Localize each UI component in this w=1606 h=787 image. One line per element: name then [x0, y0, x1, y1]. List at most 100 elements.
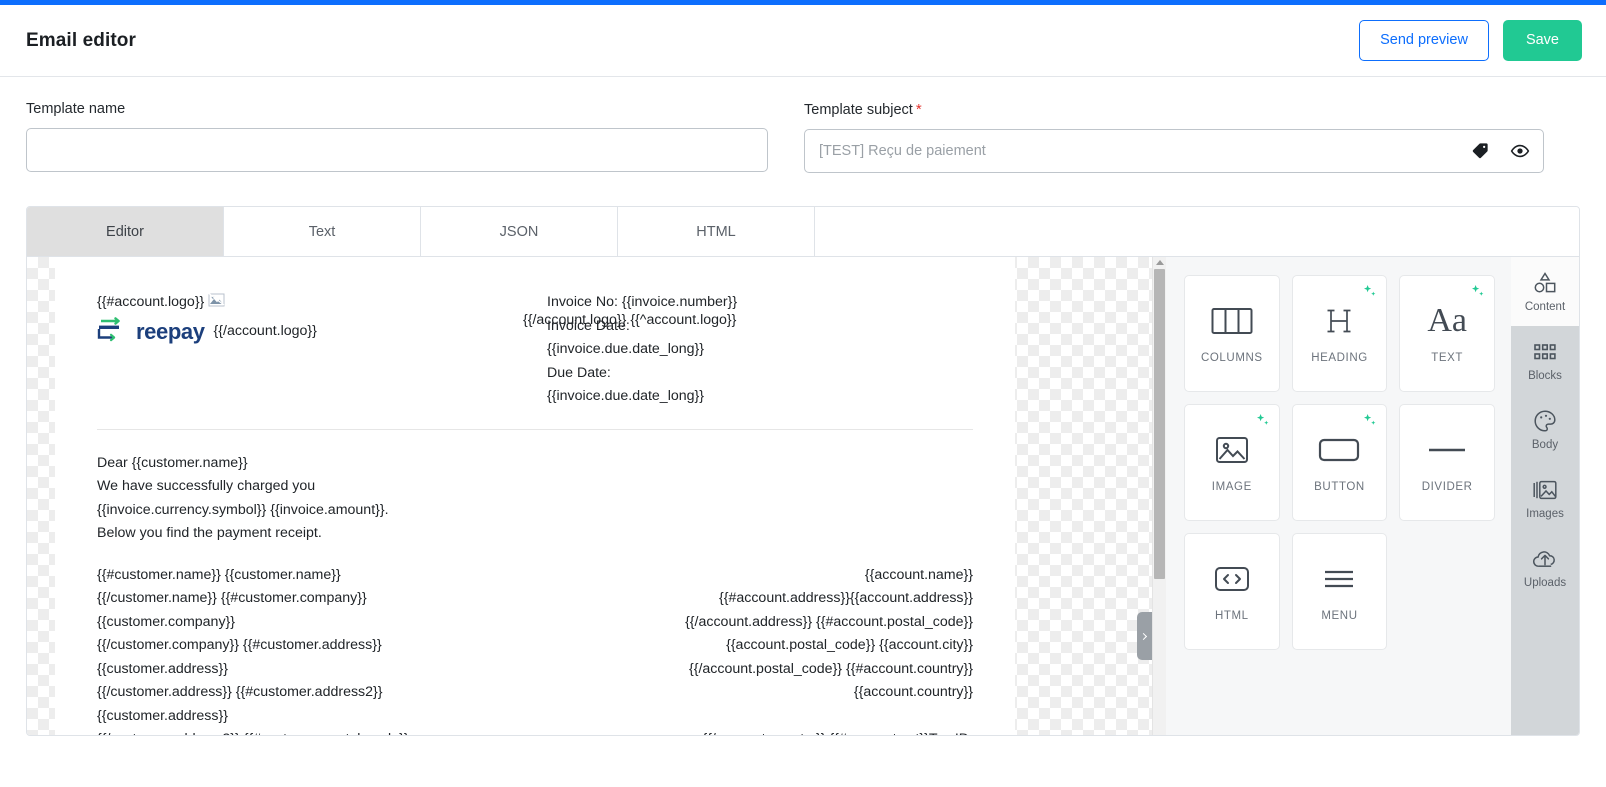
block-tile-text[interactable]: Aa TEXT [1399, 275, 1495, 392]
reepay-logo: reepay {{/account.logo}} [97, 316, 523, 347]
tab-filler [815, 207, 1579, 256]
block-tile-button[interactable]: BUTTON [1291, 404, 1388, 521]
panel-collapse-handle[interactable] [1137, 612, 1152, 660]
send-preview-button[interactable]: Send preview [1359, 20, 1489, 61]
tag-icon[interactable] [1470, 141, 1490, 161]
customer-line: {{/customer.address2}} {{#customer.posta… [97, 728, 523, 735]
account-address-block[interactable]: {{account.name}} {{#account.address}}{{a… [535, 564, 973, 736]
logo-close-inverted-line: {{/account.logo}} {{^account.logo}} [523, 309, 736, 333]
block-tile-image[interactable]: IMAGE [1184, 404, 1280, 521]
template-subject-label-text: Template subject [804, 102, 913, 118]
block-label: HTML [1214, 610, 1249, 622]
invoice-meta-line-3: {{invoice.due.date_long}} [547, 341, 704, 357]
code-icon [1214, 561, 1250, 597]
sparkle-icon [1362, 284, 1377, 303]
template-subject-input-wrap [804, 129, 1544, 173]
menu-icon [1321, 561, 1357, 597]
email-sheet: {{#account.logo}} reepay {{/account.logo… [55, 257, 1015, 735]
editor-body: {{#account.logo}} reepay {{/account.logo… [27, 257, 1579, 735]
block-tile-divider[interactable]: DIVIDER [1399, 404, 1495, 521]
email-address-row: {{#customer.name}} {{customer.name}} {{/… [97, 564, 973, 736]
logo-inverted-tag: {{^account.logo}} [630, 312, 737, 328]
palette-icon [1533, 409, 1557, 433]
rail-item-images[interactable]: Images [1511, 464, 1579, 533]
scroll-up-arrow-icon[interactable] [1156, 260, 1164, 265]
customer-line: {{customer.company}} [97, 613, 236, 630]
template-subject-field: Template subject * [804, 101, 1544, 173]
greeting-line-4: Below you find the payment receipt. [97, 525, 322, 541]
template-subject-input[interactable] [804, 129, 1544, 173]
subject-input-icons [1470, 129, 1530, 173]
customer-address-block[interactable]: {{#customer.name}} {{customer.name}} {{/… [97, 564, 535, 736]
palette-grid: COLUMNS HEADING Aa TEXT IMAGE BUTTON DIV… [1184, 275, 1495, 650]
customer-line: {{#customer.name}} {{customer.name}} [97, 564, 523, 588]
broken-image-icon [208, 291, 225, 308]
template-name-label: Template name [26, 101, 126, 117]
tab-editor[interactable]: Editor [27, 207, 224, 256]
rail-item-uploads[interactable]: Uploads [1511, 533, 1579, 602]
image-icon [1215, 432, 1249, 468]
grid-dots-icon [1533, 340, 1557, 364]
account-line: {{#account.address}}{{account.address}} [718, 590, 973, 606]
invoice-meta-line-4: Due Date: [547, 364, 611, 381]
rail-item-content[interactable]: Content [1511, 257, 1579, 326]
save-button[interactable]: Save [1502, 20, 1582, 61]
tab-text[interactable]: Text [224, 207, 421, 256]
reepay-mark-icon [97, 316, 127, 347]
rail-item-body[interactable]: Body [1511, 395, 1579, 464]
tab-json[interactable]: JSON [421, 207, 618, 256]
template-name-input-wrap [26, 128, 768, 172]
logo-open-tag: {{#account.logo}} [97, 294, 205, 310]
template-subject-label: Template subject * [804, 101, 1544, 118]
editor-card: Editor Text JSON HTML {{#account.logo}} [26, 206, 1580, 736]
canvas-scrollbar[interactable] [1152, 257, 1166, 735]
block-label: COLUMNS [1200, 352, 1263, 364]
heading-icon [1323, 303, 1355, 339]
block-tile-columns[interactable]: COLUMNS [1184, 275, 1280, 392]
block-label: TEXT [1431, 352, 1464, 364]
template-form: Template name Template subject * [0, 77, 1606, 173]
customer-line: {{/customer.address}} {{#customer.addres… [97, 684, 383, 700]
email-header-row: {{#account.logo}} reepay {{/account.logo… [97, 291, 973, 409]
block-tile-menu[interactable]: MENU [1291, 533, 1388, 650]
eye-icon[interactable] [1510, 141, 1530, 161]
account-line: {{/account.country}} {{#account.vat}}Tax… [547, 728, 973, 735]
account-line: {{/account.postal_code}} {{#account.coun… [689, 660, 973, 677]
block-tile-html[interactable]: HTML [1184, 533, 1280, 650]
header-actions: Send preview Save [1359, 20, 1582, 61]
rail-label: Blocks [1528, 369, 1562, 382]
button-icon [1318, 432, 1360, 468]
scroll-thumb[interactable] [1154, 269, 1165, 579]
email-canvas[interactable]: {{#account.logo}} reepay {{/account.logo… [27, 257, 1152, 735]
block-tile-heading[interactable]: HEADING [1291, 275, 1388, 392]
customer-line: {{/customer.company}} {{#customer.addres… [97, 637, 382, 653]
account-line: {{account.name}} [547, 564, 973, 588]
customer-line: {{customer.address}} [97, 660, 228, 677]
tab-html[interactable]: HTML [618, 207, 815, 256]
account-line: {{/account.address}} {{#account.postal_c… [685, 613, 973, 630]
block-label: IMAGE [1211, 481, 1252, 493]
account-line [547, 705, 973, 729]
email-invoice-meta-cell[interactable]: {{/account.logo}} {{^account.logo}} Invo… [523, 291, 973, 409]
rail-item-blocks[interactable]: Blocks [1511, 326, 1579, 395]
columns-icon [1211, 303, 1253, 339]
editor-rail: Content Blocks Body Images Uploads [1511, 257, 1579, 735]
cloud-upload-icon [1532, 547, 1558, 571]
account-line: {{account.country}} [853, 684, 973, 700]
chevron-right-icon [1139, 632, 1148, 640]
template-name-field: Template name [26, 101, 768, 173]
rail-label: Uploads [1523, 576, 1567, 589]
rail-label: Content [1524, 300, 1566, 313]
required-marker: * [915, 101, 922, 118]
template-name-input[interactable] [26, 128, 768, 172]
customer-line: {{customer.address}} [97, 707, 228, 724]
greeting-line-1: Dear {{customer.name}} [97, 454, 248, 471]
greeting-line-2: We have successfully charged you [97, 478, 316, 494]
email-greeting-block[interactable]: Dear {{customer.name}} We have successfu… [97, 452, 973, 546]
logo-close-tag-inline: {{/account.logo}} [213, 322, 317, 339]
divider-icon [1426, 432, 1468, 468]
email-logo-cell[interactable]: {{#account.logo}} reepay {{/account.logo… [97, 291, 535, 347]
rail-label: Images [1526, 507, 1564, 520]
editor-tabs: Editor Text JSON HTML [27, 207, 1579, 257]
blocks-palette: COLUMNS HEADING Aa TEXT IMAGE BUTTON DIV… [1166, 257, 1511, 735]
